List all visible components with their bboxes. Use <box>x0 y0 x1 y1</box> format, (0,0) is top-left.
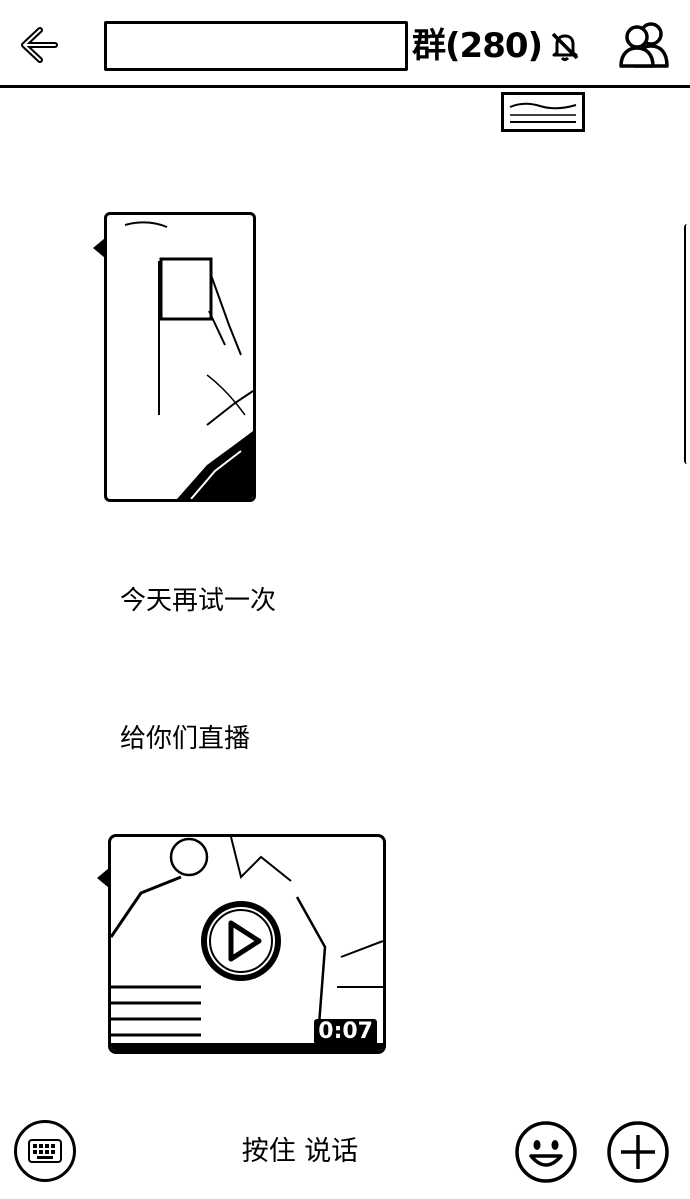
message-list[interactable]: 今天再试一次 给你们直播 0:07 <box>0 88 690 1098</box>
group-members-icon <box>619 22 669 68</box>
chat-header: 群(280) <box>0 0 690 88</box>
plus-icon[interactable] <box>606 1120 670 1184</box>
group-members-button[interactable] <box>612 16 678 74</box>
scrollbar[interactable] <box>684 224 690 464</box>
hold-to-talk-button[interactable]: 按住 说话 <box>200 1130 400 1174</box>
bell-off-icon <box>548 29 582 63</box>
back-button[interactable] <box>14 20 64 70</box>
input-bar: 按住 说话 <box>0 1110 690 1199</box>
play-icon[interactable] <box>199 899 283 983</box>
photo-thumbnail <box>124 221 253 499</box>
text-message[interactable]: 今天再试一次 <box>120 584 276 618</box>
text-message[interactable]: 给你们直播 <box>120 722 250 756</box>
pinned-thumbnail[interactable] <box>501 92 585 132</box>
video-duration: 0:07 <box>314 1018 377 1045</box>
keyboard-toggle-button[interactable] <box>14 1120 76 1182</box>
chat-title: 群(280) <box>104 18 582 74</box>
smiley-icon[interactable] <box>514 1120 578 1184</box>
group-member-count: 群(280) <box>412 26 543 66</box>
keyboard-icon <box>28 1139 62 1163</box>
arrow-left-icon <box>21 27 58 63</box>
redacted-group-name <box>104 21 408 71</box>
video-message[interactable]: 0:07 <box>108 834 386 1054</box>
image-message[interactable] <box>104 212 256 502</box>
